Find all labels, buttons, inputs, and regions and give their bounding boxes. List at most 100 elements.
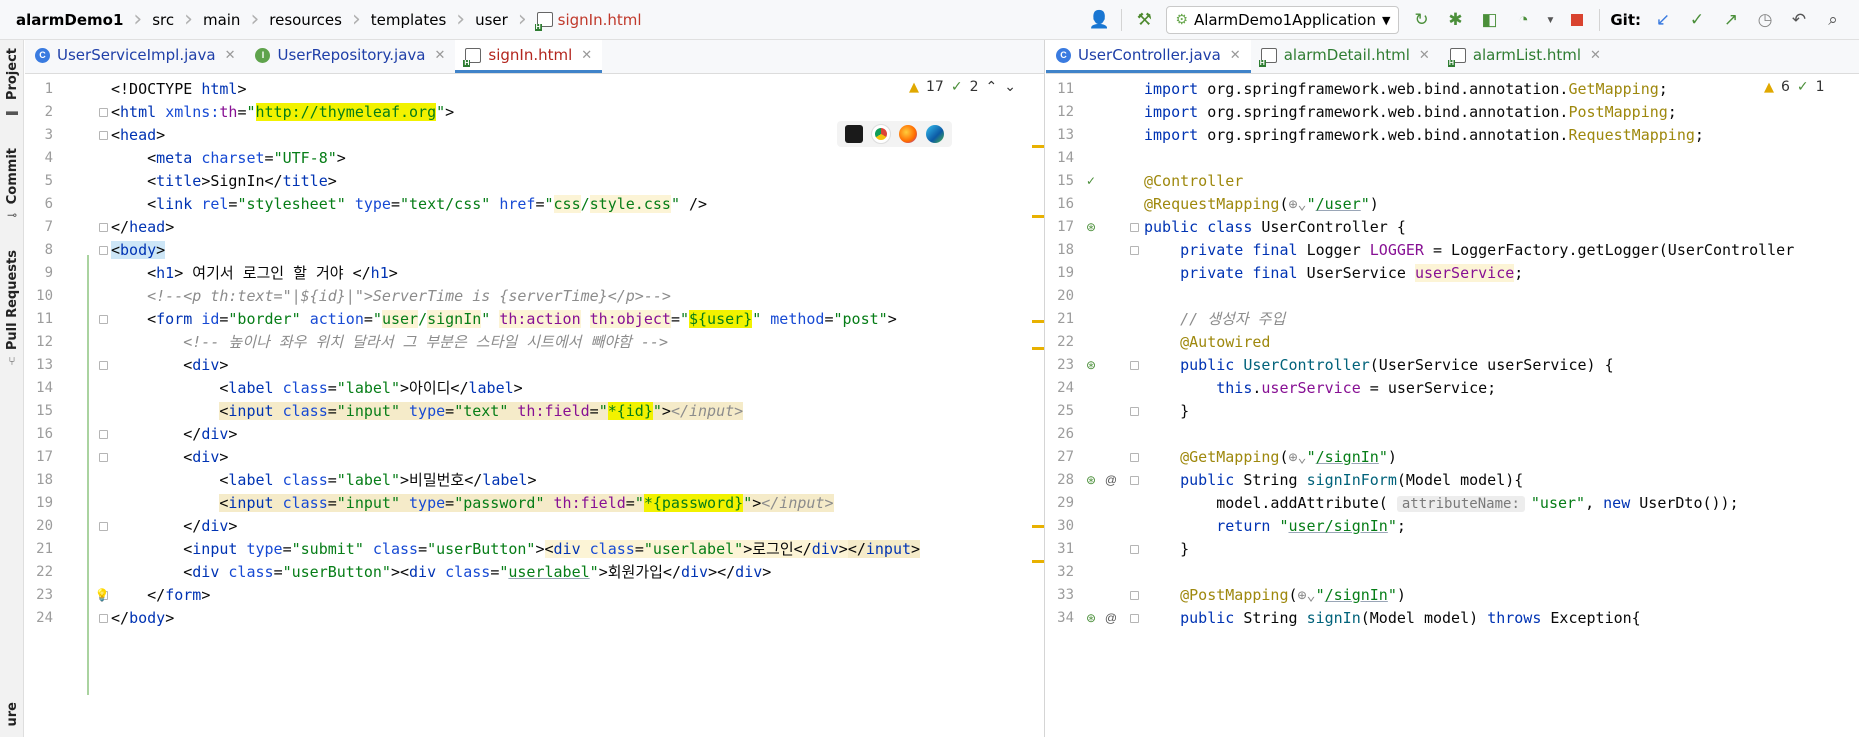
url-mapping-icon[interactable]: @ <box>1102 471 1120 489</box>
line-number: 34 <box>1057 610 1074 626</box>
build-hammer-icon[interactable]: ⚒ <box>1132 8 1156 32</box>
fold-marker[interactable] <box>99 361 108 370</box>
close-icon[interactable]: ✕ <box>434 48 445 63</box>
breadcrumb-project[interactable]: alarmDemo1 <box>12 0 127 40</box>
fold-marker[interactable] <box>1130 614 1139 623</box>
code-line: @PostMapping(⊕⌄"/signIn") <box>1144 586 1406 604</box>
breadcrumb-user[interactable]: user <box>471 0 512 40</box>
line-number: 13 <box>1057 127 1074 143</box>
line-number: 15 <box>36 403 53 419</box>
breadcrumb-src[interactable]: src <box>148 0 178 40</box>
fold-marker[interactable] <box>99 108 108 117</box>
run-configuration-dropdown[interactable]: ⚙ AlarmDemo1Application ▼ <box>1166 6 1400 34</box>
user-account-icon[interactable]: 👤 <box>1087 8 1111 32</box>
close-icon[interactable]: ✕ <box>1419 48 1430 63</box>
line-number: 13 <box>36 357 53 373</box>
spring-bean-icon[interactable]: ⊛ <box>1082 356 1100 374</box>
code-line: @Controller <box>1144 172 1244 190</box>
fold-marker[interactable] <box>99 522 108 531</box>
line-number: 26 <box>1057 426 1074 442</box>
git-commit-icon[interactable]: ✓ <box>1685 8 1709 32</box>
code-line: <div> <box>111 356 229 374</box>
line-number: 24 <box>1057 380 1074 396</box>
fold-marker[interactable] <box>99 246 108 255</box>
tab-label: alarmList.html <box>1472 46 1582 64</box>
code-line: <!-- 높이나 좌우 위치 달라서 그 부분은 스타일 시트에서 빼야함 --… <box>111 333 668 351</box>
code-line: private final UserService userService; <box>1180 264 1524 282</box>
html-file-icon <box>1447 47 1466 67</box>
fold-marker[interactable] <box>99 315 108 324</box>
stop-icon[interactable] <box>1565 8 1589 32</box>
spring-boot-icon: ⚙ <box>1175 12 1188 28</box>
debug-icon[interactable]: ✱ <box>1443 8 1467 32</box>
fold-marker[interactable] <box>1130 476 1139 485</box>
breadcrumb-main[interactable]: main <box>199 0 244 40</box>
line-number: 20 <box>36 518 53 534</box>
tab-usercontroller[interactable]: C UserController.java ✕ <box>1046 40 1251 73</box>
close-icon[interactable]: ✕ <box>1230 48 1241 63</box>
close-icon[interactable]: ✕ <box>1590 48 1601 63</box>
line-number: 18 <box>1057 242 1074 258</box>
fold-marker[interactable] <box>99 453 108 462</box>
tab-userserviceimpl[interactable]: C UserServiceImpl.java ✕ <box>25 40 245 73</box>
tab-alarmlist-html[interactable]: alarmList.html ✕ <box>1440 40 1611 73</box>
line-number: 21 <box>36 541 53 557</box>
coverage-icon[interactable]: ◧ <box>1477 8 1501 32</box>
class-icon: C <box>1056 47 1071 63</box>
more-run-options-chevron-icon[interactable]: ▼ <box>1545 15 1555 26</box>
code-line: import org.springframework.web.bind.anno… <box>1144 126 1704 144</box>
line-number: 11 <box>1057 81 1074 97</box>
git-rollback-icon[interactable]: ↶ <box>1787 8 1811 32</box>
breadcrumb-templates[interactable]: templates <box>367 0 451 40</box>
spring-bean-icon[interactable]: ✓ <box>1082 172 1100 190</box>
fold-marker[interactable] <box>1130 246 1139 255</box>
html-code-editor[interactable]: 1 2 3 4 5 6 7 8 9 10 11 12 13 14 15 16 17 18 19 20 21 22 23 24 💡… <box>25 75 1044 737</box>
html-file-icon <box>463 47 482 67</box>
pull-requests-tool-button[interactable]: Pull Requests ⑂ <box>0 250 24 368</box>
structure-tool-button[interactable]: ure <box>0 702 24 726</box>
fold-marker[interactable] <box>99 614 108 623</box>
code-line: @GetMapping(⊕⌄"/signIn") <box>1144 448 1397 466</box>
java-code-editor[interactable]: 11 12 13 14 15 16 17 18 19 20 21 22 23 24 25 26 27 28 29 30… <box>1046 75 1859 737</box>
close-icon[interactable]: ✕ <box>581 48 592 63</box>
spring-endpoint-icon[interactable]: ⊛ <box>1082 471 1100 489</box>
close-icon[interactable]: ✕ <box>225 48 236 63</box>
line-number: 2 <box>44 104 53 120</box>
tab-alarmdetail-html[interactable]: alarmDetail.html ✕ <box>1251 40 1440 73</box>
fold-marker[interactable] <box>1130 545 1139 554</box>
interface-icon: I <box>255 47 271 63</box>
rerun-icon[interactable]: ↻ <box>1409 8 1433 32</box>
caret-row-highlight <box>111 607 1044 630</box>
commit-tool-button[interactable]: Commit ⊸ <box>0 148 24 222</box>
git-update-icon[interactable]: ↙ <box>1651 8 1675 32</box>
fold-marker[interactable] <box>99 223 108 232</box>
tab-userrepository[interactable]: I UserRepository.java ✕ <box>245 40 455 73</box>
fold-marker[interactable] <box>1130 591 1139 600</box>
git-history-icon[interactable]: ◷ <box>1753 8 1777 32</box>
line-number: 14 <box>36 380 53 396</box>
breadcrumb-file[interactable]: signIn.html <box>533 0 646 40</box>
fold-marker[interactable] <box>99 131 108 140</box>
line-number: 10 <box>36 288 53 304</box>
spring-endpoint-icon[interactable]: ⊛ <box>1082 609 1100 627</box>
spring-bean-icon[interactable]: ⊛ <box>1082 218 1100 236</box>
search-everywhere-icon[interactable]: ⌕ <box>1821 8 1845 32</box>
class-icon: C <box>35 47 50 63</box>
fold-marker[interactable] <box>1130 453 1139 462</box>
fold-marker[interactable] <box>99 430 108 439</box>
profile-icon[interactable]: ◔ <box>1511 8 1535 32</box>
fold-marker[interactable] <box>1130 407 1139 416</box>
fold-marker[interactable] <box>1130 361 1139 370</box>
fold-marker[interactable] <box>1130 223 1139 232</box>
tab-signin-html[interactable]: signIn.html ✕ <box>455 40 603 73</box>
toolbar-divider <box>1599 9 1601 31</box>
intention-bulb-icon[interactable]: 💡 <box>93 586 111 604</box>
code-line: @RequestMapping(⊕⌄"/user") <box>1144 195 1379 213</box>
change-marker <box>1032 145 1044 148</box>
breadcrumb-resources[interactable]: resources <box>265 0 346 40</box>
tab-label: UserRepository.java <box>277 46 426 64</box>
url-mapping-icon[interactable]: @ <box>1102 609 1120 627</box>
run-configuration-label: AlarmDemo1Application <box>1193 11 1376 29</box>
git-push-icon[interactable]: ↗ <box>1719 8 1743 32</box>
project-tool-button[interactable]: Project ▬ <box>0 48 24 118</box>
